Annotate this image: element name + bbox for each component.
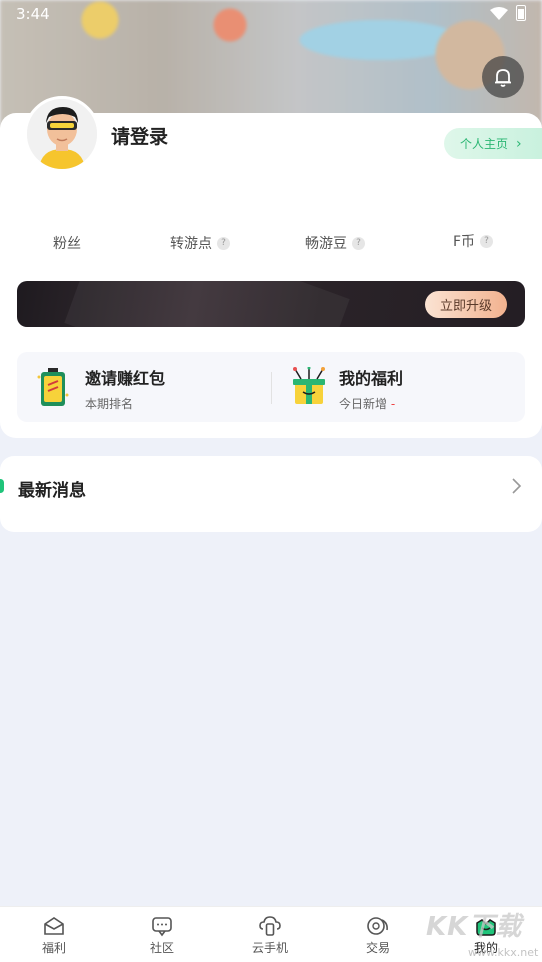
divider bbox=[271, 372, 272, 404]
homepage-label: 个人主页 bbox=[460, 137, 509, 151]
gift-box-icon bbox=[293, 367, 325, 404]
chat-bubble-icon bbox=[152, 917, 172, 937]
stat-label: 畅游豆 bbox=[305, 236, 347, 252]
nav-community[interactable]: 社区 bbox=[108, 907, 216, 962]
invite-title: 邀请赚红包 bbox=[85, 369, 166, 388]
invite-subtitle: 本期排名 bbox=[85, 397, 134, 411]
stat-label: 转游点 bbox=[170, 236, 212, 252]
stat-label: F币 bbox=[453, 234, 476, 250]
chevron-right-icon[interactable] bbox=[510, 476, 522, 500]
upgrade-now-button[interactable]: 立即升级 bbox=[425, 291, 507, 318]
bell-icon bbox=[495, 69, 511, 87]
welfare-subtitle: 今日新增 - bbox=[339, 395, 395, 412]
chevron-right-icon: › bbox=[516, 135, 522, 152]
notification-button[interactable] bbox=[482, 56, 524, 98]
trade-coins-icon bbox=[367, 917, 388, 935]
stat-f-coin[interactable]: F币 ? bbox=[453, 231, 494, 251]
stat-fans[interactable]: 粉丝 bbox=[53, 233, 81, 253]
welfare-today-value: - bbox=[390, 397, 396, 411]
nav-label: 福利 bbox=[41, 941, 66, 955]
avatar[interactable] bbox=[24, 96, 100, 172]
welfare-title: 我的福利 bbox=[339, 369, 404, 388]
cloud-phone-icon bbox=[259, 916, 281, 936]
avatar-illustration bbox=[27, 99, 97, 169]
login-prompt[interactable]: 请登录 bbox=[111, 122, 168, 149]
status-time: 3:44 bbox=[16, 5, 50, 23]
nav-trade[interactable]: 交易 bbox=[324, 907, 432, 962]
watermark-logo: KK下载 bbox=[426, 912, 523, 942]
stat-transfer-points[interactable]: 转游点 ? bbox=[170, 233, 230, 253]
status-bar: 3:44 bbox=[0, 0, 542, 28]
welfare-subtitle-label: 今日新增 bbox=[339, 397, 388, 411]
nav-label: 云手机 bbox=[251, 941, 288, 955]
section-marker bbox=[0, 479, 4, 493]
stat-travel-beans[interactable]: 畅游豆 ? bbox=[305, 233, 365, 253]
nav-cloud-phone[interactable]: 云手机 bbox=[216, 907, 324, 962]
question-icon[interactable]: ? bbox=[480, 234, 494, 248]
stat-label: 粉丝 bbox=[53, 236, 81, 252]
watermark-url: www.kkx.net bbox=[468, 946, 539, 959]
nav-welfare[interactable]: 福利 bbox=[0, 907, 108, 962]
latest-news-title: 最新消息 bbox=[18, 481, 86, 501]
question-icon[interactable]: ? bbox=[352, 236, 365, 250]
red-packet-battery-icon bbox=[37, 368, 69, 406]
nav-label: 社区 bbox=[149, 941, 174, 955]
battery-icon bbox=[516, 5, 526, 21]
personal-homepage-button[interactable]: 个人主页 › bbox=[444, 128, 542, 159]
wifi-icon bbox=[490, 6, 508, 25]
gift-box-icon bbox=[44, 917, 64, 935]
question-icon[interactable]: ? bbox=[217, 236, 230, 250]
nav-label: 交易 bbox=[365, 941, 390, 955]
stats-row: 粉丝 转游点 ? 畅游豆 ? F币 ? bbox=[0, 233, 542, 253]
